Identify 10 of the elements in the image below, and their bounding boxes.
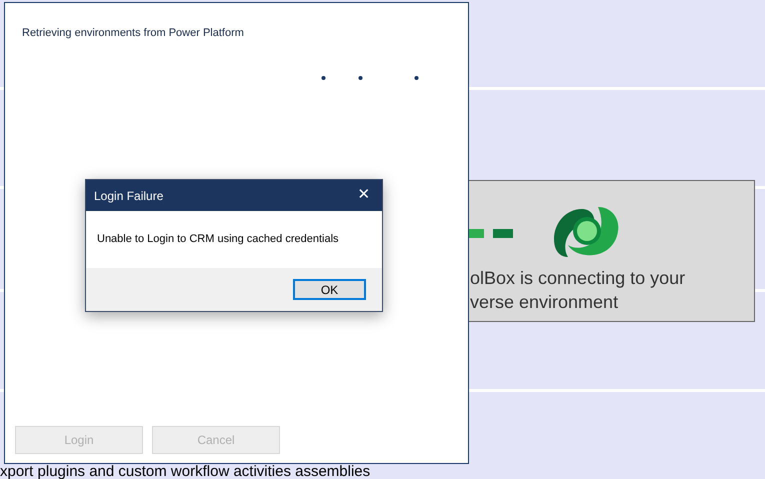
- dash-line-icon: [469, 229, 513, 238]
- connecting-text: verse environment: [470, 291, 620, 314]
- dialog-message: Unable to Login to CRM using cached credentials: [97, 232, 339, 248]
- ok-button[interactable]: OK: [293, 279, 366, 300]
- dialog-title: Login Failure: [94, 188, 164, 204]
- status-text: Retrieving environments from Power Platform: [22, 26, 244, 41]
- loading-dots-icon: [321, 75, 419, 81]
- connecting-text: olBox is connecting to your: [470, 267, 686, 290]
- description-text: xport plugins and custom workflow activities assemblies: [0, 462, 370, 479]
- close-button[interactable]: ✕: [350, 184, 378, 208]
